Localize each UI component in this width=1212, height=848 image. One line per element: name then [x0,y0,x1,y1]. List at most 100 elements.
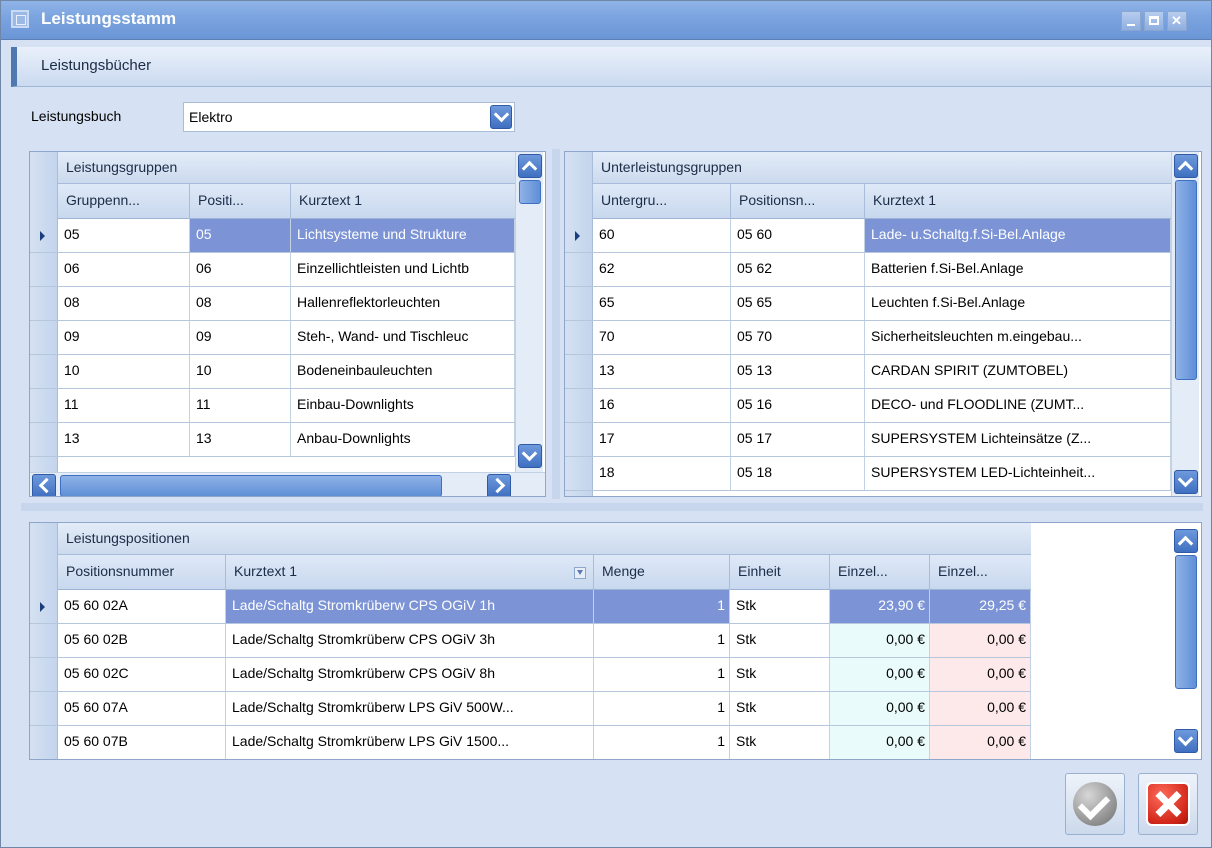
horizontal-splitter[interactable] [21,503,1203,511]
chevron-up-icon[interactable] [1174,529,1198,553]
maximize-button[interactable] [1144,11,1164,31]
table-cell[interactable]: 0,00 € [930,624,1031,657]
table-row[interactable]: 08 08 Hallenreflektorleuchten [30,287,515,321]
column-header[interactable]: Untergru... [593,184,731,219]
table-cell[interactable]: Stk [730,692,830,725]
table-cell[interactable]: 0,00 € [830,624,930,657]
table-cell[interactable]: Batterien f.Si-Bel.Anlage [865,253,1171,286]
table-cell[interactable]: 10 [58,355,190,388]
vertical-scrollbar[interactable] [1171,152,1199,496]
table-cell[interactable]: Lade/Schaltg Stromkrüberw CPS OGiV 3h [226,624,594,657]
table-cell[interactable]: 60 [593,219,731,252]
cancel-button[interactable] [1138,773,1198,835]
table-cell[interactable]: Einbau-Downlights [291,389,515,422]
column-header[interactable]: Einheit [730,555,830,590]
column-header[interactable]: Gruppenn... [58,184,190,219]
table-row[interactable]: 13 13 Anbau-Downlights [30,423,515,457]
table-cell[interactable]: Hallenreflektorleuchten [291,287,515,320]
table-cell[interactable]: 13 [58,423,190,456]
table-cell[interactable]: Lade/Schaltg Stromkrüberw CPS OGiV 1h [226,590,594,623]
table-cell[interactable]: 06 [190,253,291,286]
table-row[interactable]: 05 60 07A Lade/Schaltg Stromkrüberw LPS G… [30,692,1031,726]
table-cell[interactable]: 18 [593,457,731,490]
table-row[interactable]: 11 11 Einbau-Downlights [30,389,515,423]
table-cell[interactable]: Lade/Schaltg Stromkrüberw LPS GiV 1500..… [226,726,594,759]
leistungsbuch-select[interactable]: Elektro [183,102,515,132]
table-row[interactable]: 13 05 13 CARDAN SPIRIT (ZUMTOBEL) [565,355,1171,389]
table-cell[interactable]: Steh-, Wand- und Tischleuc [291,321,515,354]
table-cell[interactable]: 70 [593,321,731,354]
table-cell[interactable]: 10 [190,355,291,388]
table-row[interactable]: 06 06 Einzellichtleisten und Lichtb [30,253,515,287]
column-header[interactable]: Einzel... [930,555,1031,590]
table-cell[interactable]: 05 60 02B [58,624,226,657]
vertical-scrollbar[interactable] [1172,523,1200,759]
table-row[interactable]: 10 10 Bodeneinbauleuchten [30,355,515,389]
table-row[interactable]: 70 05 70 Sicherheitsleuchten m.eingebau... [565,321,1171,355]
table-cell[interactable]: Leuchten f.Si-Bel.Anlage [865,287,1171,320]
table-cell[interactable]: 11 [58,389,190,422]
table-cell[interactable]: 23,90 € [830,590,930,623]
table-cell[interactable]: 05 60 02C [58,658,226,691]
chevron-up-icon[interactable] [518,154,542,178]
table-row[interactable]: 17 05 17 SUPERSYSTEM Lichteinsätze (Z... [565,423,1171,457]
vertical-splitter[interactable] [552,149,560,499]
table-cell[interactable]: 0,00 € [930,658,1031,691]
column-header[interactable]: Menge [594,555,730,590]
table-cell[interactable]: Bodeneinbauleuchten [291,355,515,388]
table-row[interactable]: 05 60 02C Lade/Schaltg Stromkrüberw CPS O… [30,658,1031,692]
table-cell[interactable]: 05 16 [731,389,865,422]
table-cell[interactable]: 05 [190,219,291,252]
table-cell[interactable]: 08 [190,287,291,320]
scroll-thumb[interactable] [519,180,541,204]
table-cell[interactable]: 09 [58,321,190,354]
tab-leistungsbuecher[interactable]: Leistungsbücher [11,47,1211,87]
chevron-down-icon[interactable] [490,105,512,129]
table-cell[interactable]: 05 18 [731,457,865,490]
close-window-button[interactable]: ✕ [1167,11,1187,31]
vertical-scrollbar[interactable] [515,152,543,472]
table-row[interactable]: 65 05 65 Leuchten f.Si-Bel.Anlage [565,287,1171,321]
table-cell[interactable]: Lichtsysteme und Strukture [291,219,515,252]
column-header[interactable]: Positionsn... [731,184,865,219]
table-cell[interactable]: CARDAN SPIRIT (ZUMTOBEL) [865,355,1171,388]
table-cell[interactable]: 05 [58,219,190,252]
column-header[interactable]: Kurztext 1 [226,555,594,590]
scroll-thumb[interactable] [60,475,442,496]
table-row[interactable]: 09 09 Steh-, Wand- und Tischleuc [30,321,515,355]
table-cell[interactable]: Lade- u.Schaltg.f.Si-Bel.Anlage [865,219,1171,252]
table-cell[interactable]: Sicherheitsleuchten m.eingebau... [865,321,1171,354]
table-cell[interactable]: 06 [58,253,190,286]
table-cell[interactable]: 09 [190,321,291,354]
table-cell[interactable]: 05 17 [731,423,865,456]
table-cell[interactable]: SUPERSYSTEM Lichteinsätze (Z... [865,423,1171,456]
table-cell[interactable]: SUPERSYSTEM LED-Lichteinheit... [865,457,1171,490]
table-cell[interactable]: 16 [593,389,731,422]
table-cell[interactable]: Anbau-Downlights [291,423,515,456]
table-cell[interactable]: Stk [730,658,830,691]
title-bar[interactable]: Leistungsstamm ✕ [1,1,1211,40]
table-cell[interactable]: 62 [593,253,731,286]
table-cell[interactable]: 05 60 [731,219,865,252]
column-header[interactable]: Positionsnummer [58,555,226,590]
table-row[interactable]: 05 60 02B Lade/Schaltg Stromkrüberw CPS O… [30,624,1031,658]
table-row[interactable]: 05 05 Lichtsysteme und Strukture [30,219,515,253]
filter-icon[interactable] [574,567,586,579]
horizontal-scrollbar[interactable] [30,472,545,496]
table-cell[interactable]: 05 60 02A [58,590,226,623]
chevron-down-icon[interactable] [1174,470,1198,494]
table-row[interactable]: 60 05 60 Lade- u.Schaltg.f.Si-Bel.Anlage [565,219,1171,253]
table-row[interactable]: 18 05 18 SUPERSYSTEM LED-Lichteinheit... [565,457,1171,491]
column-header[interactable]: Einzel... [830,555,930,590]
table-cell[interactable]: 1 [594,590,730,623]
table-cell[interactable]: Lade/Schaltg Stromkrüberw CPS OGiV 8h [226,658,594,691]
table-cell[interactable]: 11 [190,389,291,422]
chevron-up-icon[interactable] [1174,154,1198,178]
table-cell[interactable]: 1 [594,624,730,657]
chevron-down-icon[interactable] [1174,729,1198,753]
table-row[interactable]: 62 05 62 Batterien f.Si-Bel.Anlage [565,253,1171,287]
table-cell[interactable]: 0,00 € [930,692,1031,725]
table-cell[interactable]: 1 [594,658,730,691]
table-cell[interactable]: 05 70 [731,321,865,354]
table-cell[interactable]: Stk [730,590,830,623]
